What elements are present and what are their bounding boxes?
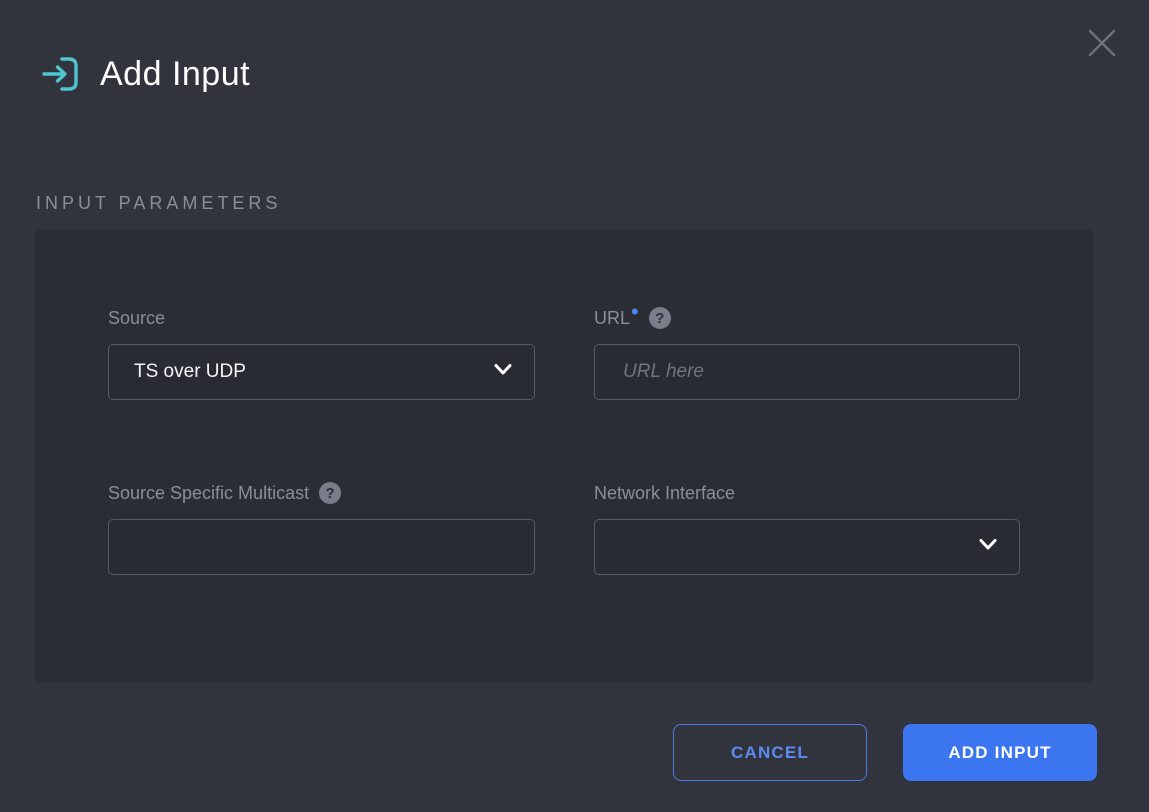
url-field-group: URL • ? (594, 306, 1020, 400)
ssm-field-group: Source Specific Multicast ? (108, 481, 535, 575)
chevron-down-icon (493, 363, 513, 382)
source-label: Source (108, 306, 535, 330)
cancel-button[interactable]: CANCEL (673, 724, 867, 781)
ssm-label: Source Specific Multicast ? (108, 481, 535, 505)
source-select-value: TS over UDP (109, 361, 246, 383)
chevron-down-icon (978, 538, 998, 557)
ssm-input[interactable] (108, 519, 535, 575)
network-interface-label: Network Interface (594, 481, 1020, 505)
close-button[interactable] (1082, 24, 1122, 64)
url-help-icon[interactable]: ? (649, 307, 671, 329)
section-label: INPUT PARAMETERS (36, 193, 281, 214)
required-indicator: • (631, 307, 639, 317)
close-icon (1083, 24, 1121, 65)
source-select[interactable]: TS over UDP (108, 344, 535, 400)
url-label: URL • ? (594, 306, 1020, 330)
source-field-group: Source TS over UDP (108, 306, 535, 400)
modal-header: Add Input (38, 52, 250, 96)
page-title: Add Input (100, 55, 250, 94)
network-interface-field-group: Network Interface (594, 481, 1020, 575)
input-parameters-panel: Source TS over UDP URL • ? Source Specif… (35, 230, 1093, 682)
url-input[interactable] (594, 344, 1020, 400)
ssm-help-icon[interactable]: ? (319, 482, 341, 504)
add-input-icon (38, 52, 82, 96)
add-input-button[interactable]: ADD INPUT (903, 724, 1097, 781)
network-interface-select[interactable] (594, 519, 1020, 575)
